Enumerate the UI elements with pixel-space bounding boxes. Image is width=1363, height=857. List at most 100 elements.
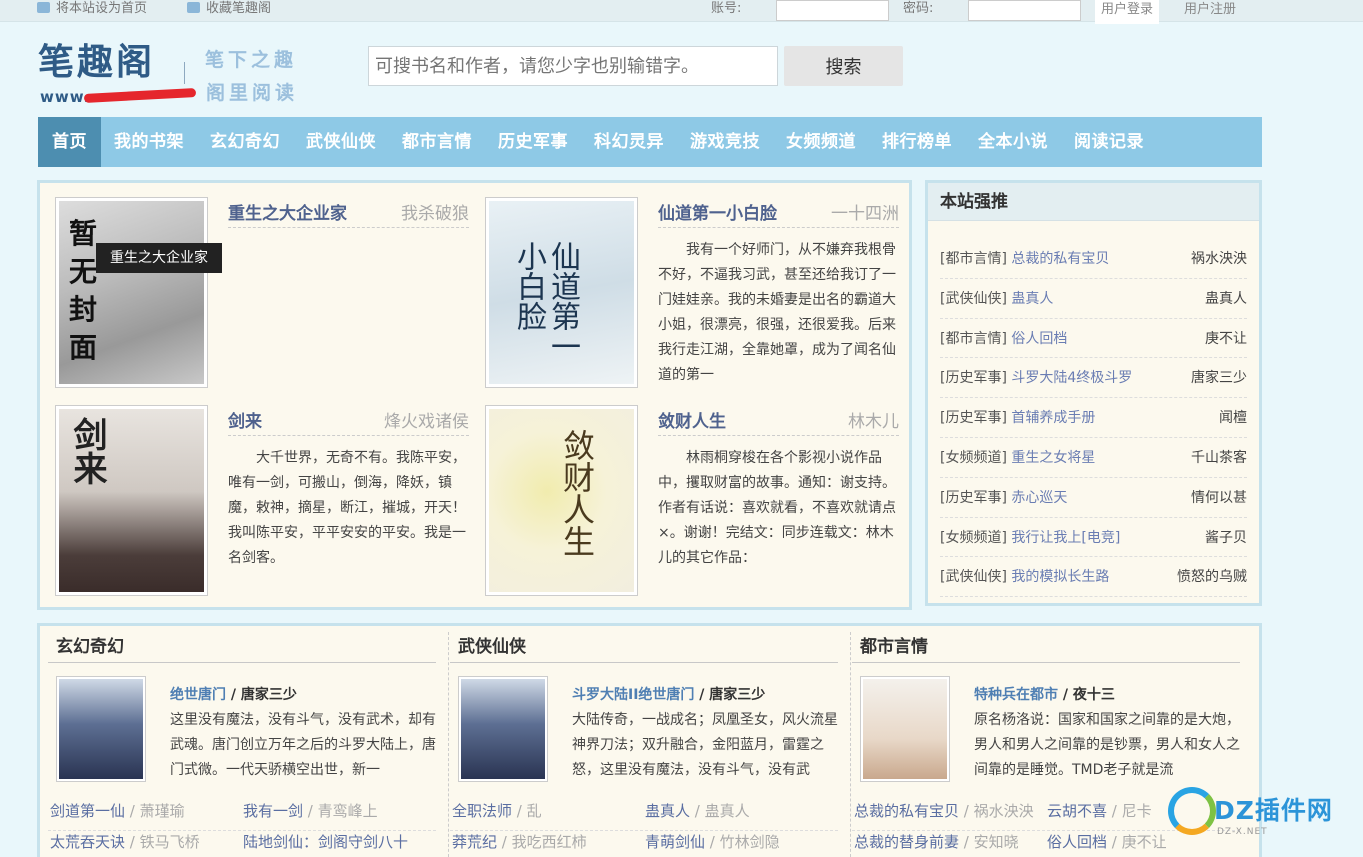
logo-name: 笔趣阁 xyxy=(38,41,156,83)
featured-book: 绝世唐门 / 唐家三少 xyxy=(170,687,297,703)
book-author: 林木儿 xyxy=(848,412,899,432)
recommend-book-link[interactable]: 我行让我上[电竞] xyxy=(1011,530,1120,546)
recommend-category: [都市言情] xyxy=(940,330,1007,347)
register-link[interactable]: 用户注册 xyxy=(1178,0,1242,24)
featured-book-link[interactable]: 绝世唐门 xyxy=(170,687,226,703)
book-link-group: 太荒吞天诀 / 铁马飞桥 xyxy=(50,833,200,851)
recommend-book-link[interactable]: 总裁的私有宝贝 xyxy=(1011,251,1109,267)
featured-book-desc: 原名杨洛说：国家和国家之间靠的是大炮，男人和男人之间靠的是钞票，男人和女人之间靠… xyxy=(974,712,1240,778)
book-link[interactable]: 蛊真人 xyxy=(645,802,690,820)
book-link[interactable]: 云胡不喜 xyxy=(1047,802,1107,820)
recommend-category: [女频频道] xyxy=(940,449,1007,466)
recommend-book-link[interactable]: 我的模拟长生路 xyxy=(1011,569,1109,585)
account-input[interactable] xyxy=(776,0,889,21)
recommend-author: 闻檀 xyxy=(1219,410,1247,427)
book-cover[interactable]: 敛财人生 xyxy=(485,405,638,596)
book-author: 烽火戏诸侯 xyxy=(384,412,469,432)
featured-book-link[interactable]: 特种兵在都市 xyxy=(974,687,1058,703)
nav-wuxia[interactable]: 武侠仙侠 xyxy=(293,117,389,167)
nav-urban[interactable]: 都市言情 xyxy=(389,117,485,167)
nav-scifi[interactable]: 科幻灵异 xyxy=(581,117,677,167)
recommend-book-link[interactable]: 蛊真人 xyxy=(1011,291,1053,307)
book-link[interactable]: 总裁的私有宝贝 xyxy=(854,802,959,820)
nav-female[interactable]: 女频频道 xyxy=(773,117,869,167)
bookmark-link[interactable]: 收藏笔趣阁 xyxy=(187,0,271,18)
book-link-author: 竹林剑隐 xyxy=(719,833,780,851)
book-link[interactable]: 陆地剑仙：剑阁守剑八十 xyxy=(243,833,408,851)
book-link-author: 尼卡 xyxy=(1121,802,1152,820)
book-title[interactable]: 仙道第一小白脸 xyxy=(658,199,777,224)
book-desc: 林雨桐穿梭在各个影视小说作品中，攫取财富的故事。通知：谢支持。作者有话说：喜欢就… xyxy=(658,450,896,566)
category-title: 武侠仙侠 xyxy=(450,626,838,663)
book-link-row: 莽荒纪 / 我吃西红柿 青萌剑仙 / 竹林剑隐 xyxy=(452,831,838,852)
recommend-category: [武侠仙侠] xyxy=(940,290,1007,307)
recommend-book-link[interactable]: 重生之女将星 xyxy=(1011,450,1095,466)
hot-book-item: 仙道第一小白脸 仙道第一小白脸 一十四洲 我有一个好师门，从不嫌弃我根骨不好，不… xyxy=(485,197,899,391)
book-title[interactable]: 敛财人生 xyxy=(658,407,726,432)
book-link-author: 庚不让 xyxy=(1121,833,1167,851)
category-column: 玄幻奇幻 绝世唐门 / 唐家三少 这里没有魔法，没有斗气，没有武术，却有武魂。唐门创… xyxy=(40,626,442,857)
watermark-sub: DZ-X.NET xyxy=(1217,827,1268,837)
recommend-item: [历史军事] 赤心巡天 情何以甚 xyxy=(940,478,1247,518)
nav-ranking[interactable]: 排行榜单 xyxy=(869,117,965,167)
category-panel: 玄幻奇幻 绝世唐门 / 唐家三少 这里没有魔法，没有斗气，没有武术，却有武魂。唐门创… xyxy=(37,623,1262,857)
login-button[interactable]: 用户登录 xyxy=(1095,0,1160,24)
book-link[interactable]: 俗人回档 xyxy=(1047,833,1107,851)
nav-bookshelf[interactable]: 我的书架 xyxy=(101,117,197,167)
logo-url: www. xyxy=(40,88,91,106)
recommend-book-link[interactable]: 俗人回档 xyxy=(1011,331,1067,347)
recommend-book-link[interactable]: 斗罗大陆4终极斗罗 xyxy=(1011,370,1132,386)
nav-history[interactable]: 历史军事 xyxy=(485,117,581,167)
book-link[interactable]: 太荒吞天诀 xyxy=(50,833,125,851)
nav-game[interactable]: 游戏竞技 xyxy=(677,117,773,167)
recommend-author: 蛊真人 xyxy=(1205,290,1247,307)
no-cover-text: 暂无封面 xyxy=(69,217,98,364)
nav-complete[interactable]: 全本小说 xyxy=(965,117,1061,167)
book-link-author: 我吃西红柿 xyxy=(511,833,587,851)
nav-home[interactable]: 首页 xyxy=(38,117,101,167)
book-link[interactable]: 总裁的替身前妻 xyxy=(854,833,959,851)
recommend-category: [历史军事] xyxy=(940,410,1007,427)
bookmark-icon xyxy=(187,2,200,13)
recommend-book-link[interactable]: 首辅养成手册 xyxy=(1011,410,1095,426)
book-cover[interactable] xyxy=(860,676,950,782)
book-cover[interactable]: 暂无封面 xyxy=(55,197,208,388)
book-title[interactable]: 剑来 xyxy=(228,407,262,432)
set-homepage-link[interactable]: 将本站设为首页 xyxy=(37,0,147,18)
book-cover[interactable]: 剑来 xyxy=(55,405,208,596)
recommend-item: [历史军事] 斗罗大陆4终极斗罗 唐家三少 xyxy=(940,358,1247,399)
book-cover[interactable]: 仙道第一小白脸 xyxy=(485,197,638,388)
recommend-item: [都市言情] 俗人回档 庚不让 xyxy=(940,319,1247,359)
book-link[interactable]: 全职法师 xyxy=(452,802,512,820)
book-desc: 我有一个好师门，从不嫌弃我根骨不好，不逼我习武，甚至还给我订了一门娃娃亲。我的未… xyxy=(658,242,896,383)
book-cover[interactable] xyxy=(56,676,146,782)
book-link[interactable]: 莽荒纪 xyxy=(452,833,497,851)
recommend-item: [武侠仙侠] 蛊真人 蛊真人 xyxy=(940,279,1247,319)
logo-slogan-2: 阁里阅读 xyxy=(206,82,299,104)
book-link-group: 陆地剑仙：剑阁守剑八十 xyxy=(243,831,436,852)
book-link-group: 蛊真人 / 蛊真人 xyxy=(645,802,750,820)
book-title[interactable]: 重生之大企业家 xyxy=(228,199,347,224)
password-input[interactable] xyxy=(968,0,1081,21)
nav-history-read[interactable]: 阅读记录 xyxy=(1061,117,1157,167)
book-link[interactable]: 我有一剑 xyxy=(243,802,303,820)
cover-tooltip: 重生之大企业家 xyxy=(96,243,222,273)
recommend-book-link[interactable]: 赤心巡天 xyxy=(1011,490,1067,506)
watermark-text: DZ插件网 xyxy=(1214,796,1333,825)
book-link[interactable]: 剑道第一仙 xyxy=(50,802,125,820)
logo-slogan-1: 笔下之趣 xyxy=(205,49,298,71)
featured-book-link[interactable]: 斗罗大陆II绝世唐门 xyxy=(572,687,694,703)
hot-book-item: 剑来 剑来 烽火戏诸侯 大千世界，无奇不有。我陈平安，唯有一剑，可搬山，倒海，降… xyxy=(55,405,469,599)
search-input[interactable] xyxy=(368,46,778,86)
book-link-row: 剑道第一仙 / 萧瑾瑜 我有一剑 / 青鸾峰上 xyxy=(50,800,436,821)
book-link-row: 太荒吞天诀 / 铁马飞桥 陆地剑仙：剑阁守剑八十 xyxy=(50,831,436,852)
site-logo[interactable]: 笔趣阁 www. 笔下之趣 阁里阅读 xyxy=(38,40,323,110)
nav-fantasy[interactable]: 玄幻奇幻 xyxy=(197,117,293,167)
cover-art-text: 敛财人生 xyxy=(558,429,596,557)
book-cover[interactable] xyxy=(458,676,548,782)
recommend-item: [都市言情] 总裁的私有宝贝 祸水泱泱 xyxy=(940,239,1247,279)
book-link[interactable]: 青萌剑仙 xyxy=(645,833,705,851)
recommend-category: [历史军事] xyxy=(940,489,1007,506)
search-button[interactable]: 搜索 xyxy=(784,46,903,86)
recommend-author: 酱子贝 xyxy=(1205,529,1247,546)
